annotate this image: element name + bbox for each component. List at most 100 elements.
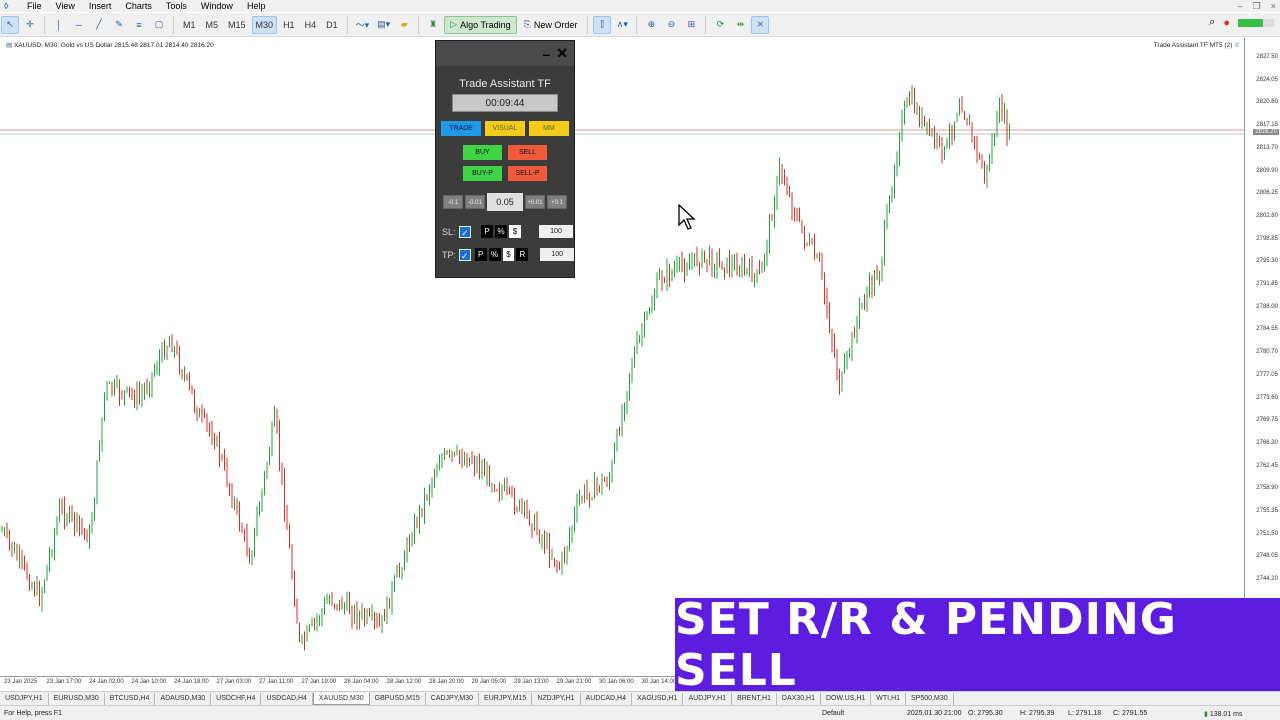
crosshair-icon[interactable]: ✛ <box>21 16 39 34</box>
menu-insert[interactable]: Insert <box>82 0 119 12</box>
pencil-icon[interactable]: ✎ <box>110 16 128 34</box>
symbol-tab[interactable]: BTCUSD,H4 <box>105 692 156 705</box>
sl-checkbox[interactable]: ✓ <box>459 225 471 238</box>
tp-checkbox[interactable]: ✓ <box>458 248 471 261</box>
chart-shift-icon[interactable]: ⇹ <box>731 16 749 34</box>
symbol-tab[interactable]: USDCHF,H4 <box>211 692 262 705</box>
indicators-icon[interactable]: 〜▾ <box>353 16 373 34</box>
sl-mode-points[interactable]: P <box>481 225 493 238</box>
sl-mode-dollar[interactable]: $ <box>509 225 521 238</box>
symbol-tab[interactable]: AUDCAD,H4 <box>581 692 632 705</box>
panel-title: Trade Assistant TF <box>459 78 551 90</box>
buy-pending-button[interactable]: BUY-P <box>463 166 502 181</box>
notification-icon[interactable]: ● <box>1223 17 1230 29</box>
sell-pending-button[interactable]: SELL-P <box>508 166 547 181</box>
scale-fix-icon[interactable]: ⨯ <box>751 15 770 34</box>
shapes-icon[interactable]: ▢ <box>150 16 168 34</box>
minimize-icon[interactable]: – <box>1238 0 1243 12</box>
menu-file[interactable]: File <box>20 0 49 12</box>
tp-mode-points[interactable]: P <box>474 248 487 261</box>
algo-trading-button[interactable]: ▷ Algo Trading <box>444 15 517 34</box>
symbol-tab[interactable]: EURUSD,M30 <box>49 692 105 705</box>
panel-header[interactable]: – ✕ <box>436 41 574 66</box>
tp-mode-percent[interactable]: % <box>488 248 501 261</box>
time-tick-label: 23 Jan 2025 <box>4 679 38 685</box>
lot-decrease-small-button[interactable]: -0.01 <box>465 195 485 209</box>
symbol-tab[interactable]: NZDJPY,H1 <box>532 692 581 705</box>
lot-decrease-big-button[interactable]: -0.1 <box>443 195 463 209</box>
tp-value-input[interactable]: 100 <box>540 248 574 261</box>
lot-size-input[interactable]: 0.05 <box>487 193 523 211</box>
timeframe-m30[interactable]: M30 <box>251 15 278 34</box>
menu-charts[interactable]: Charts <box>118 0 159 12</box>
tab-trade[interactable]: TRADE <box>441 121 481 136</box>
search-icon[interactable]: ⌕ <box>1209 16 1215 29</box>
bar-chart-icon[interactable]: ⫿ <box>593 15 612 34</box>
grid-icon[interactable]: ⊞ <box>682 16 700 34</box>
trendline-icon[interactable]: ╱ <box>90 16 108 34</box>
chart-type-icon[interactable]: ∧▾ <box>613 16 631 34</box>
symbol-tab[interactable]: EURJPY,M15 <box>479 692 533 705</box>
price-tick-label: 2769.75 <box>1256 417 1278 424</box>
trade-assistant-panel: – ✕ Trade Assistant TF 00:09:44 TRADE VI… <box>435 40 575 278</box>
vertical-line-icon[interactable]: │ <box>50 16 68 34</box>
zoom-in-icon[interactable]: ⊕ <box>642 16 660 34</box>
symbol-tab[interactable]: AUDJPY,H1 <box>683 692 733 705</box>
lot-increase-big-button[interactable]: +0.1 <box>547 195 567 209</box>
folder-icon[interactable]: ▰ <box>395 16 413 34</box>
symbol-tab[interactable]: XAUUSD,M30 <box>312 692 370 705</box>
channel-icon[interactable]: ≡ <box>130 16 148 34</box>
price-chart[interactable]: ▤ XAUUSD, M30: Gold vs US Dollar 2815.48… <box>0 38 1280 690</box>
timeframe-m5[interactable]: M5 <box>202 16 223 34</box>
new-order-button[interactable]: ⎘ New Order <box>519 16 583 34</box>
symbol-tab[interactable]: USDCAD,H4 <box>261 692 313 705</box>
lot-increase-small-button[interactable]: +0.01 <box>525 195 545 209</box>
tp-label: TP: <box>442 249 457 260</box>
timeframe-h1[interactable]: H1 <box>279 16 299 34</box>
sl-value-input[interactable]: 100 <box>539 225 573 238</box>
ea-cap-icon: ♕ <box>1234 42 1240 49</box>
symbol-tab[interactable]: USDJPY,H1 <box>0 692 49 705</box>
time-tick-label: 28 Jan 04:00 <box>344 679 379 685</box>
symbol-tab[interactable]: CADJPY,M30 <box>426 692 480 705</box>
menu-tools[interactable]: Tools <box>159 0 194 12</box>
symbol-tab[interactable]: GBPUSD,M15 <box>370 692 426 705</box>
restore-icon[interactable]: ❐ <box>1253 0 1261 12</box>
sell-button[interactable]: SELL <box>508 145 547 160</box>
status-profile: Default <box>822 710 845 717</box>
symbol-tabs: USDJPY,H1 EURUSD,M30 BTCUSD,H4 ADAUSD,M30 US… <box>0 691 1280 705</box>
horizontal-line-icon[interactable]: ─ <box>70 16 88 34</box>
menu-help[interactable]: Help <box>240 0 273 12</box>
tab-visual[interactable]: VISUAL <box>485 121 525 136</box>
tp-mode-ratio[interactable]: R <box>516 248 529 261</box>
tab-mm[interactable]: MM <box>529 121 569 136</box>
templates-icon[interactable]: ▤▾ <box>374 16 393 34</box>
timeframe-d1[interactable]: D1 <box>322 16 342 34</box>
symbol-tab[interactable]: ADAUSD,M30 <box>155 692 212 705</box>
toolbar-separator <box>44 15 45 34</box>
traffic-value: 138.01 ms <box>1209 711 1243 718</box>
symbol-tab[interactable]: BRENT,H1 <box>732 692 777 705</box>
candle-canvas[interactable] <box>0 38 1245 678</box>
symbol-tab[interactable]: WTI,H1 <box>871 692 907 705</box>
buy-button[interactable]: BUY <box>463 145 502 160</box>
menu-view[interactable]: View <box>49 0 82 12</box>
cursor-tool-icon[interactable]: ↖ <box>1 15 19 34</box>
menu-window[interactable]: Window <box>194 0 240 12</box>
symbol-tab[interactable]: SP500,M30 <box>906 692 954 705</box>
close-icon[interactable]: × <box>1271 0 1276 12</box>
symbol-tab[interactable]: XAGUSD,H1 <box>632 692 684 705</box>
sl-mode-percent[interactable]: % <box>495 225 507 238</box>
symbol-tab[interactable]: DAX30,H1 <box>777 692 821 705</box>
panel-close-icon[interactable]: ✕ <box>556 45 568 62</box>
timeframe-m1[interactable]: M1 <box>179 16 200 34</box>
tp-mode-dollar[interactable]: $ <box>502 248 515 261</box>
strategy-icon[interactable]: ♜ <box>424 16 442 34</box>
symbol-tab[interactable]: DOW.US,H1 <box>821 692 872 705</box>
timeframe-h4[interactable]: H4 <box>301 16 321 34</box>
autoscroll-icon[interactable]: ⟳ <box>711 16 729 34</box>
price-axis[interactable]: 2827.50 2824.05 2820.60 2817.15 2813.70 2809.… <box>1244 38 1280 598</box>
panel-minimize-icon[interactable]: – <box>542 46 550 62</box>
timeframe-m15[interactable]: M15 <box>224 16 250 34</box>
zoom-out-icon[interactable]: ⊖ <box>662 16 680 34</box>
